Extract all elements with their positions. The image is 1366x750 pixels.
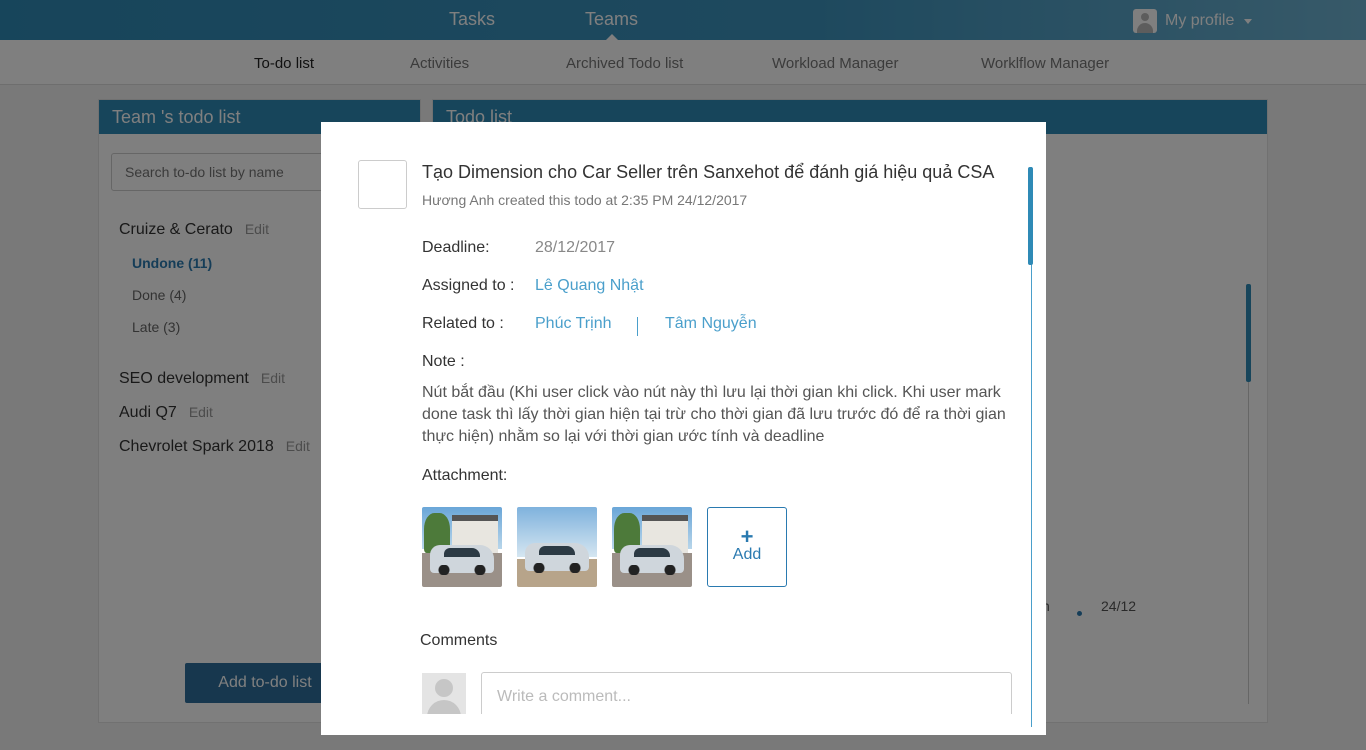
add-attachment-label: Add — [732, 546, 762, 563]
related-label: Related to : — [422, 315, 504, 332]
attachment-thumbnail[interactable] — [422, 507, 502, 587]
note-text: Nút bắt đầu (Khi user click vào nút này … — [422, 384, 1006, 445]
add-attachment-button[interactable]: + Add — [707, 507, 787, 587]
plus-icon: + — [740, 524, 754, 549]
attachment-label: Attachment: — [422, 467, 508, 484]
modal-footer-mask — [321, 714, 1046, 735]
assignee-link[interactable]: Lê Quang Nhật — [535, 277, 644, 295]
todo-detail-modal: Tạo Dimension cho Car Seller trên Sanxeh… — [321, 122, 1046, 735]
assigned-label: Assigned to : — [422, 277, 515, 294]
divider — [637, 317, 638, 336]
deadline-value[interactable]: 28/12/2017 — [535, 239, 615, 257]
todo-title: Tạo Dimension cho Car Seller trên Sanxeh… — [422, 162, 995, 182]
complete-checkbox[interactable] — [358, 160, 407, 209]
todo-meta: Hương Anh created this todo at 2:35 PM 2… — [422, 192, 748, 208]
modal-scrollbar-thumb[interactable] — [1028, 167, 1033, 265]
attachment-thumbnail[interactable] — [517, 507, 597, 587]
related-user-link[interactable]: Phúc Trịnh — [535, 315, 611, 333]
commenter-avatar-icon — [422, 673, 466, 717]
comments-label: Comments — [420, 632, 498, 649]
related-user-link[interactable]: Tâm Nguyễn — [665, 315, 757, 333]
deadline-label: Deadline: — [422, 239, 490, 256]
note-label: Note : — [422, 353, 465, 370]
attachment-thumbnail[interactable] — [612, 507, 692, 587]
